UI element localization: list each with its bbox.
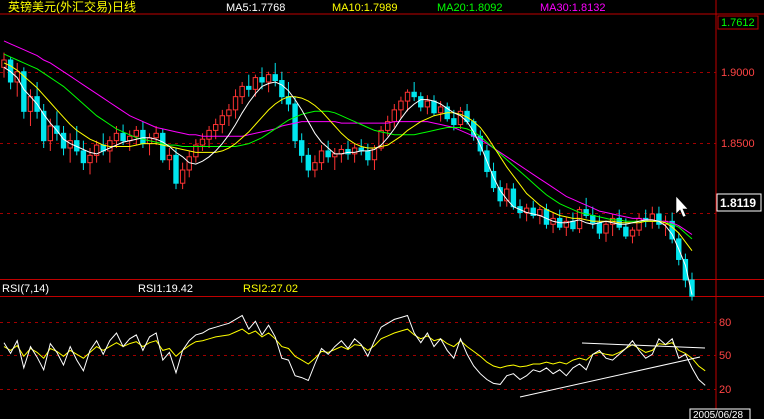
candle-body <box>570 220 576 230</box>
candle-body <box>113 132 120 142</box>
candle-body <box>199 138 206 146</box>
candle-body <box>252 77 259 90</box>
instrument-title: 英镑美元(外汇交易)日线 <box>8 0 136 14</box>
candle-body <box>411 91 417 98</box>
rsi-tick-20: 20 <box>719 384 731 396</box>
candle-body <box>391 109 398 123</box>
candle-body <box>629 229 636 237</box>
candle-body <box>47 125 54 142</box>
candle-body <box>398 100 404 111</box>
date-label: 2005/06/28 <box>693 410 743 419</box>
current-price-label: 1.8119 <box>720 196 756 210</box>
candle-body <box>160 132 166 161</box>
candle-body <box>318 150 325 164</box>
candle-body <box>140 129 146 145</box>
candle-body <box>298 140 305 156</box>
candle-body <box>232 96 239 111</box>
price-tick-2: 1.8500 <box>721 138 755 150</box>
candle-body <box>636 217 642 231</box>
candle-body <box>173 154 179 184</box>
candle-body <box>179 169 186 184</box>
candle-body <box>206 129 212 140</box>
ma30-label: MA30:1.8132 <box>540 2 605 14</box>
date-readout: 2005/06/28 <box>689 408 751 419</box>
candle-body <box>510 188 517 208</box>
candle-body <box>325 150 331 158</box>
ma20-label: MA20:1.8092 <box>437 2 502 14</box>
price-top-label: 1.7612 <box>721 17 755 29</box>
candle-body <box>87 154 93 164</box>
candle-body <box>424 100 431 108</box>
candle-body <box>259 77 265 83</box>
candle-body <box>351 147 358 155</box>
candle-body <box>226 109 232 117</box>
rsi1-label: RSI1:19.42 <box>138 283 193 295</box>
ma5-label: MA5:1.7768 <box>226 2 285 14</box>
candle-body <box>305 154 312 171</box>
rsi2-label: RSI2:27.02 <box>243 283 298 295</box>
candle-body <box>431 100 437 114</box>
candle-body <box>457 110 464 126</box>
forex-chart: 英镑美元(外汇交易)日线 MA5:1.7768 MA10:1.7989 MA20… <box>0 0 764 419</box>
rsi-axis: 80 50 20 <box>719 317 731 396</box>
candle-body <box>437 106 444 114</box>
candle-body <box>365 150 371 161</box>
rsi-tick-80: 80 <box>719 317 731 329</box>
ma10-label: MA10:1.7989 <box>332 2 397 14</box>
candle-body <box>265 74 272 83</box>
candle-body <box>312 162 318 171</box>
candle-body <box>239 85 245 98</box>
candle-body <box>537 209 543 216</box>
candle-body <box>623 226 629 237</box>
candle-body <box>166 154 173 161</box>
candle-body <box>404 91 411 102</box>
candle-body <box>543 209 550 225</box>
candle-body <box>219 115 226 126</box>
candle-body <box>133 129 140 137</box>
candle-body <box>279 80 285 98</box>
candle-body <box>418 96 424 108</box>
rsi-tick-50: 50 <box>719 350 731 362</box>
candle-body <box>212 124 219 131</box>
candle-body <box>596 222 603 234</box>
rsi-title: RSI(7,14) <box>2 283 49 295</box>
candle-body <box>603 223 609 234</box>
candle-body <box>451 118 457 126</box>
candle-body <box>120 132 126 142</box>
candle-body <box>153 132 159 139</box>
price-tick-1: 1.9000 <box>721 67 755 79</box>
candle-body <box>80 150 87 164</box>
rsi-header: RSI(7,14) RSI1:19.42 RSI2:27.02 <box>2 283 298 295</box>
candle-body <box>272 74 278 82</box>
candle-body <box>246 85 252 90</box>
